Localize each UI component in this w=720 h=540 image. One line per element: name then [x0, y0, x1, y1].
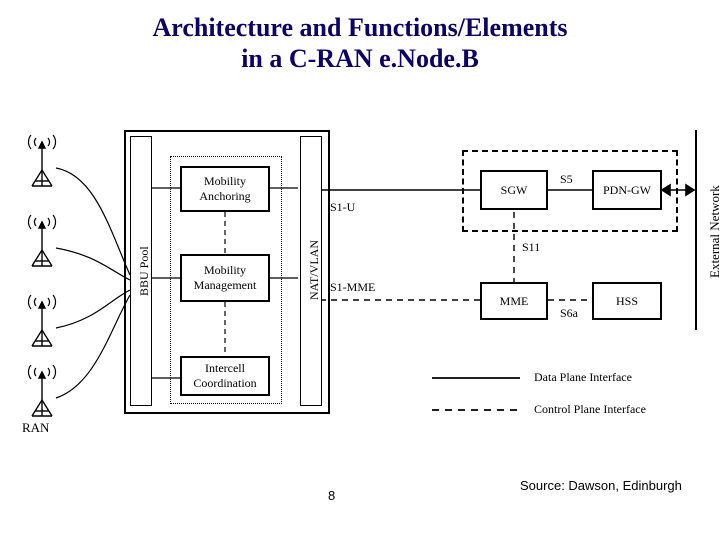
source-credit: Source: Dawson, Edinburgh — [520, 478, 682, 493]
diagram-lines — [0, 0, 720, 540]
sgw-box: SGW — [480, 170, 548, 210]
pdn-gw-box: PDN-GW — [592, 170, 662, 210]
mobility-management-box: Mobility Management — [180, 254, 270, 302]
ran-label: RAN — [22, 420, 49, 436]
s11-label: S11 — [522, 240, 540, 255]
external-network-label: External Network — [707, 185, 720, 278]
mobility-anchoring-box: Mobility Anchoring — [180, 166, 270, 212]
nat-vlan-label: NAT/VLAN — [307, 240, 322, 300]
bbu-pool-label: BBU Pool — [137, 246, 152, 296]
s6a-label: S6a — [560, 306, 578, 321]
intercell-coordination-box: Intercell Coordination — [180, 356, 270, 396]
page-number: 8 — [328, 488, 335, 503]
s5-label: S5 — [560, 172, 573, 187]
slide: Architecture and Functions/Elements in a… — [0, 0, 720, 540]
s1u-label: S1-U — [330, 200, 355, 215]
hss-box: HSS — [592, 282, 662, 320]
legend-data-label: Data Plane Interface — [534, 370, 632, 385]
mme-box: MME — [480, 282, 548, 320]
s1mme-label: S1-MME — [330, 280, 375, 295]
legend-control-label: Control Plane Interface — [534, 402, 646, 417]
